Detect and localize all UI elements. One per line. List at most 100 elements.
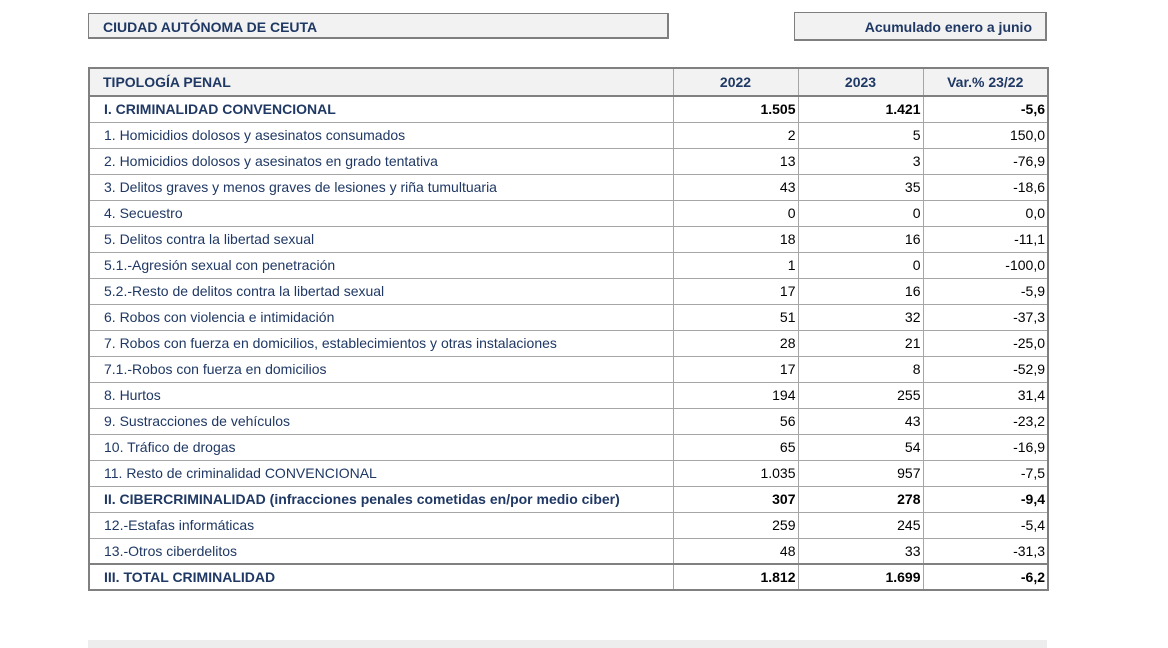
value-2022: 1.505 [672,95,799,123]
value-2022: 51 [672,303,799,331]
value-variation: 150,0 [922,121,1049,149]
value-2023: 245 [797,511,924,539]
value-variation: -16,9 [922,433,1049,461]
value-2023: 54 [797,433,924,461]
value-variation: -6,2 [922,563,1049,591]
value-2023: 43 [797,407,924,435]
value-2022: 13 [672,147,799,175]
region-title: CIUDAD AUTÓNOMA DE CEUTA [88,13,669,39]
table-row: II. CIBERCRIMINALIDAD (infracciones pena… [88,485,1049,513]
row-label: 5. Delitos contra la libertad sexual [88,225,674,253]
table-row: 9. Sustracciones de vehículos 56 43 -23,2 [88,407,1049,435]
value-2023: 1.699 [797,563,924,591]
value-2022: 65 [672,433,799,461]
value-2022: 17 [672,277,799,305]
row-label: 2. Homicidios dolosos y asesinatos en gr… [88,147,674,175]
table-row: 7. Robos con fuerza en domicilios, estab… [88,329,1049,357]
value-2022: 18 [672,225,799,253]
value-2022: 17 [672,355,799,383]
table-row: 2. Homicidios dolosos y asesinatos en gr… [88,147,1049,175]
value-2023: 957 [797,459,924,487]
value-2023: 16 [797,277,924,305]
value-2023: 5 [797,121,924,149]
row-label: 7. Robos con fuerza en domicilios, estab… [88,329,674,357]
row-label: III. TOTAL CRIMINALIDAD [88,563,674,591]
table-row: 5.1.-Agresión sexual con penetración 1 0 -1… [88,251,1049,279]
value-2022: 259 [672,511,799,539]
value-variation: -9,4 [922,485,1049,513]
value-2022: 1.812 [672,563,799,591]
value-variation: -31,3 [922,537,1049,565]
table-row: 1. Homicidios dolosos y asesinatos consu… [88,121,1049,149]
value-2022: 2 [672,121,799,149]
row-label: 9. Sustracciones de vehículos [88,407,674,435]
value-variation: -25,0 [922,329,1049,357]
row-label: 3. Delitos graves y menos graves de lesi… [88,173,674,201]
table-row: 6. Robos con violencia e intimidación 51 3… [88,303,1049,331]
table-row: 12.-Estafas informáticas 259 245 -5,4 [88,511,1049,539]
table-row: 13.-Otros ciberdelitos 48 33 -31,3 [88,537,1049,565]
value-2023: 33 [797,537,924,565]
value-2023: 0 [797,251,924,279]
table-row: 10. Tráfico de drogas 65 54 -16,9 [88,433,1049,461]
row-label: I. CRIMINALIDAD CONVENCIONAL [88,95,674,123]
value-2023: 21 [797,329,924,357]
value-2022: 28 [672,329,799,357]
column-header-typology: TIPOLOGÍA PENAL [88,67,674,97]
row-label: II. CIBERCRIMINALIDAD (infracciones pena… [88,485,674,513]
value-2023: 35 [797,173,924,201]
value-variation: -18,6 [922,173,1049,201]
row-label: 7.1.-Robos con fuerza en domicilios [88,355,674,383]
value-variation: -11,1 [922,225,1049,253]
value-2022: 1 [672,251,799,279]
table-row: 3. Delitos graves y menos graves de lesi… [88,173,1049,201]
row-label: 8. Hurtos [88,381,674,409]
row-label: 4. Secuestro [88,199,674,227]
column-header-2022: 2022 [672,67,799,97]
value-2023: 3 [797,147,924,175]
row-label: 10. Tráfico de drogas [88,433,674,461]
table-body: I. CRIMINALIDAD CONVENCIONAL 1.505 1.421 -5… [88,95,1049,591]
value-2023: 8 [797,355,924,383]
value-variation: -5,4 [922,511,1049,539]
value-2023: 278 [797,485,924,513]
table-row: 5. Delitos contra la libertad sexual 18 16… [88,225,1049,253]
value-2022: 0 [672,199,799,227]
value-2022: 43 [672,173,799,201]
value-variation: -5,9 [922,277,1049,305]
row-label: 5.2.-Resto de delitos contra la libertad… [88,277,674,305]
value-variation: 0,0 [922,199,1049,227]
table-row: 4. Secuestro 0 0 0,0 [88,199,1049,227]
value-2023: 0 [797,199,924,227]
value-variation: -52,9 [922,355,1049,383]
row-label: 11. Resto de criminalidad CONVENCIONAL [88,459,674,487]
value-variation: -5,6 [922,95,1049,123]
table-row: III. TOTAL CRIMINALIDAD 1.812 1.699 -6,2 [88,563,1049,591]
value-variation: 31,4 [922,381,1049,409]
value-variation: -7,5 [922,459,1049,487]
value-2023: 16 [797,225,924,253]
table-row: 8. Hurtos 194 255 31,4 [88,381,1049,409]
value-2023: 255 [797,381,924,409]
crime-statistics-table: TIPOLOGÍA PENAL 2022 2023 Var.% 23/22 I.… [88,67,1049,591]
row-label: 5.1.-Agresión sexual con penetración [88,251,674,279]
table-row: 11. Resto de criminalidad CONVENCIONAL 1.… [88,459,1049,487]
row-label: 13.-Otros ciberdelitos [88,537,674,565]
value-2023: 1.421 [797,95,924,123]
value-2022: 194 [672,381,799,409]
value-2022: 307 [672,485,799,513]
table-row: 5.2.-Resto de delitos contra la libertad… [88,277,1049,305]
row-label: 1. Homicidios dolosos y asesinatos consu… [88,121,674,149]
value-2022: 56 [672,407,799,435]
value-variation: -37,3 [922,303,1049,331]
value-variation: -100,0 [922,251,1049,279]
row-label: 12.-Estafas informáticas [88,511,674,539]
row-label: 6. Robos con violencia e intimidación [88,303,674,331]
column-header-variation: Var.% 23/22 [922,67,1049,97]
value-variation: -23,2 [922,407,1049,435]
value-2023: 32 [797,303,924,331]
page-footer-band [88,640,1047,648]
value-variation: -76,9 [922,147,1049,175]
table-header-row: TIPOLOGÍA PENAL 2022 2023 Var.% 23/22 [88,67,1049,97]
value-2022: 1.035 [672,459,799,487]
